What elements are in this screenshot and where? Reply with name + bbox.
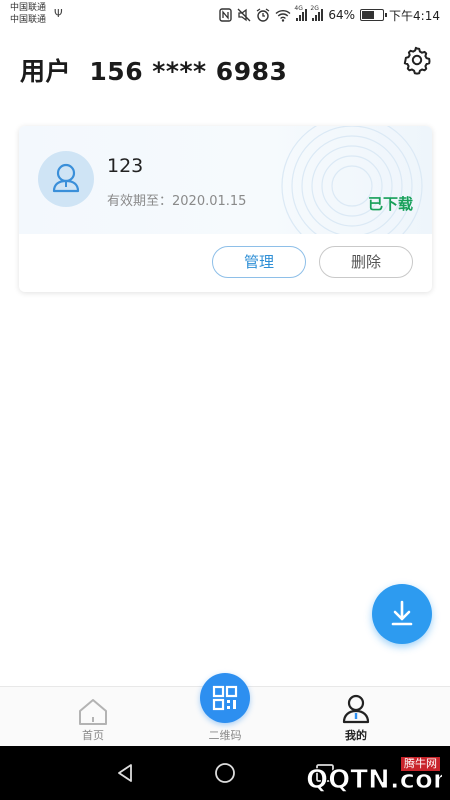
nfc-icon [219, 8, 233, 22]
network-type-1: 4G [294, 5, 303, 12]
user-avatar-icon [38, 151, 94, 207]
download-button[interactable] [372, 584, 432, 644]
gear-icon[interactable] [402, 45, 432, 75]
card-name: 123 [107, 155, 144, 177]
home-circle-icon[interactable] [213, 761, 237, 785]
battery-icon [360, 9, 388, 21]
signal-icon-1: 4G [294, 5, 308, 21]
nav-item-home[interactable]: 首页 [43, 687, 143, 747]
alarm-icon [257, 8, 270, 22]
nav-item-mine[interactable]: 我的 [306, 687, 406, 747]
home-icon [79, 699, 107, 725]
watermark-badge: 腾牛网 [401, 757, 440, 771]
qr-code-icon [200, 673, 250, 723]
page-title: 用户 156 **** 6983 [20, 57, 288, 86]
network-type-2: 2G [310, 5, 319, 12]
carrier-labels: 中国联通 中国联通 [10, 2, 46, 26]
card-validity: 有效期至：2020.01.15 [107, 194, 247, 209]
user-icon [342, 694, 370, 724]
status-badge: 已下载 [367, 195, 413, 213]
card-header: 123 有效期至：2020.01.15 已下载 [19, 126, 432, 234]
signal-icon-2: 2G [310, 5, 324, 21]
nav-item-qr[interactable]: 二维码 [175, 673, 275, 747]
bottom-nav: 首页 二维码 我的 [0, 673, 450, 747]
fingerprint-decoration [281, 126, 423, 234]
usb-icon: Ψ [54, 7, 63, 20]
nav-label-mine: 我的 [345, 729, 367, 742]
status-bar: 中国联通 中国联通 Ψ 4G 2G 64% 下午4:14 [0, 0, 450, 32]
clock: 下午4:14 [389, 8, 440, 23]
back-icon[interactable] [113, 761, 137, 785]
nav-label-qr: 二维码 [208, 729, 242, 742]
nav-label-home: 首页 [82, 729, 104, 742]
carrier-1: 中国联通 [10, 3, 47, 13]
carrier-2: 中国联通 [10, 15, 47, 25]
wifi-icon [275, 9, 291, 22]
battery-percent: 64% [328, 8, 356, 22]
status-icons: 4G 2G 64% 下午4:14 [219, 5, 440, 24]
manage-button[interactable]: 管理 [212, 246, 306, 278]
delete-button[interactable]: 删除 [319, 246, 413, 278]
download-icon [391, 600, 413, 626]
device-card[interactable]: 123 有效期至：2020.01.15 已下载 管理 删除 [19, 126, 432, 292]
mute-icon [237, 8, 251, 22]
